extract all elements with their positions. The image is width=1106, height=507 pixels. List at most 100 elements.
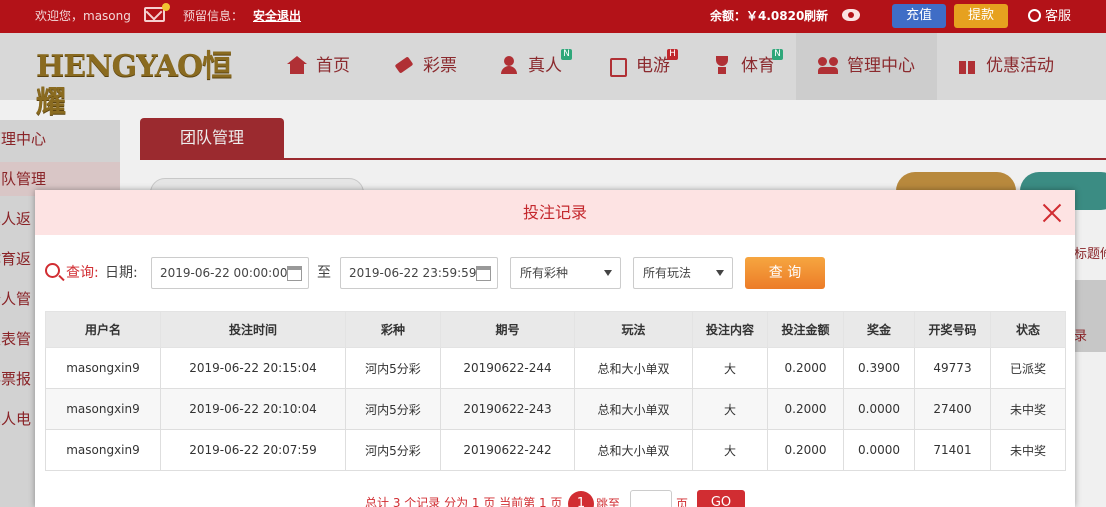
logout-link[interactable]: 安全退出 xyxy=(253,0,301,33)
column-header: 投注时间 xyxy=(160,311,346,348)
current-page-indicator[interactable]: 1 xyxy=(568,491,594,507)
caret-down-icon xyxy=(604,270,612,276)
table-cell: 大 xyxy=(692,429,768,471)
users-icon xyxy=(818,56,838,74)
close-icon[interactable] xyxy=(1042,203,1062,223)
search-icon xyxy=(45,263,60,278)
modal-header: 投注记录 xyxy=(35,190,1075,235)
start-date-input[interactable]: 2019-06-22 00:00:00 xyxy=(151,257,309,289)
panel-divider xyxy=(140,158,1106,160)
query-label: 查询: xyxy=(66,265,99,281)
lottery-ticket-icon xyxy=(394,56,414,74)
nav-item-sports[interactable]: 体育 N xyxy=(712,33,783,100)
eye-icon[interactable] xyxy=(842,9,860,21)
lottery-type-select[interactable]: 所有彩种 xyxy=(510,257,621,289)
table-cell: 27400 xyxy=(914,388,991,430)
column-header: 开奖号码 xyxy=(914,311,991,348)
query-button[interactable]: 查 询 xyxy=(745,257,825,289)
logo[interactable]: HENGYAO恒耀 xyxy=(36,49,244,120)
hot-badge: H xyxy=(667,49,678,60)
status-cell: 未中奖 xyxy=(990,388,1066,430)
home-icon xyxy=(287,56,307,74)
table-cell: 0.2000 xyxy=(767,347,844,389)
background-text: 标题修 xyxy=(1074,247,1106,262)
sidebar-item[interactable]: 管理中心 xyxy=(0,128,120,149)
table-cell: 2019-06-22 20:10:04 xyxy=(160,388,346,430)
end-date-input[interactable]: 2019-06-22 23:59:59 xyxy=(340,257,498,289)
calendar-icon[interactable] xyxy=(287,266,302,281)
status-cell: 未中奖 xyxy=(990,429,1066,471)
live-dealer-icon xyxy=(499,56,519,74)
table-cell: 总和大小单双 xyxy=(574,347,693,389)
go-button[interactable]: GO xyxy=(697,490,745,507)
column-header: 状态 xyxy=(990,311,1066,348)
nav-item-live[interactable]: 真人 N xyxy=(499,33,572,100)
table-cell: 20190622-243 xyxy=(440,388,575,430)
table-cell: 总和大小单双 xyxy=(574,429,693,471)
table-cell: 0.3900 xyxy=(843,347,915,389)
balance-text: 余额：￥4.0820 xyxy=(710,9,805,23)
gift-icon xyxy=(957,56,977,74)
background-text: 录 xyxy=(1074,329,1088,344)
nav-item-label: 彩票 xyxy=(423,56,457,76)
new-badge: N xyxy=(772,49,783,60)
table-cell: 河内5分彩 xyxy=(345,429,441,471)
refresh-link[interactable]: 刷新 xyxy=(804,0,828,33)
table-cell: 2019-06-22 20:07:59 xyxy=(160,429,346,471)
table-cell: masongxin9 xyxy=(45,429,161,471)
withdraw-button[interactable]: 提款 xyxy=(954,4,1008,28)
table-cell: 大 xyxy=(692,347,768,389)
column-header: 期号 xyxy=(440,311,575,348)
welcome-text: 欢迎您，masong xyxy=(35,9,131,23)
table-cell: 总和大小单双 xyxy=(574,388,693,430)
table-cell: 0.2000 xyxy=(767,388,844,430)
nav-item-label: 体育 xyxy=(741,56,775,76)
caret-down-icon xyxy=(716,270,724,276)
trophy-icon xyxy=(712,56,732,74)
slot-game-icon xyxy=(607,56,627,77)
column-header: 投注内容 xyxy=(692,311,768,348)
page-number-input[interactable] xyxy=(630,490,672,507)
column-header: 投注金额 xyxy=(767,311,844,348)
lottery-type-value: 所有彩种 xyxy=(520,266,569,280)
bet-records-table: 用户名 投注时间 彩种 期号 玩法 投注内容 投注金额 奖金 开奖号码 状态 m… xyxy=(45,311,1066,471)
page-label: 页 xyxy=(676,497,689,507)
table-cell: 0.2000 xyxy=(767,429,844,471)
nav-item-promotions[interactable]: 优惠活动 xyxy=(957,33,1054,100)
main-nav: HENGYAO恒耀 首页 彩票 真人 N 电游 H 体育 N 管理中心 优惠活动 xyxy=(0,33,1106,120)
mail-icon[interactable] xyxy=(144,3,170,22)
table-cell: 河内5分彩 xyxy=(345,347,441,389)
table-row: masongxin9 2019-06-22 20:15:04 河内5分彩 201… xyxy=(45,347,1066,389)
calendar-icon[interactable] xyxy=(476,266,491,281)
headset-icon xyxy=(1028,9,1041,22)
modal-title: 投注记录 xyxy=(522,203,587,222)
column-header: 玩法 xyxy=(574,311,693,348)
jump-label: 跳至 xyxy=(596,497,621,507)
table-row: masongxin9 2019-06-22 20:07:59 河内5分彩 201… xyxy=(45,429,1066,471)
nav-item-egame[interactable]: 电游 H xyxy=(607,33,678,100)
table-cell: 大 xyxy=(692,388,768,430)
nav-item-home[interactable]: 首页 xyxy=(287,33,350,100)
nav-item-label: 电游 xyxy=(636,56,670,76)
customer-service-link[interactable]: 客服 xyxy=(1028,0,1071,33)
end-date-value: 2019-06-22 23:59:59 xyxy=(349,266,477,280)
nav-item-label: 优惠活动 xyxy=(986,56,1054,76)
play-type-select[interactable]: 所有玩法 xyxy=(633,257,733,289)
nav-item-lottery[interactable]: 彩票 xyxy=(394,33,457,100)
table-cell: 71401 xyxy=(914,429,991,471)
table-cell: 0.0000 xyxy=(843,388,915,430)
table-cell: masongxin9 xyxy=(45,347,161,389)
panel-tab[interactable]: 团队管理 xyxy=(140,118,284,158)
table-cell: 0.0000 xyxy=(843,429,915,471)
play-type-value: 所有玩法 xyxy=(643,266,692,280)
customer-service-label: 客服 xyxy=(1045,9,1072,24)
column-header: 奖金 xyxy=(843,311,915,348)
table-cell: 20190622-242 xyxy=(440,429,575,471)
to-label: 至 xyxy=(317,265,331,281)
table-cell: 河内5分彩 xyxy=(345,388,441,430)
recharge-button[interactable]: 充值 xyxy=(892,4,946,28)
nav-item-management[interactable]: 管理中心 xyxy=(796,33,937,100)
pagination-summary: 总计 3 个记录 分为 1 页 当前第 1 页 xyxy=(365,496,563,507)
date-label: 日期: xyxy=(105,265,138,281)
bet-records-modal: 投注记录 查询: 日期: 2019-06-22 00:00:00 至 2019-… xyxy=(35,190,1075,507)
